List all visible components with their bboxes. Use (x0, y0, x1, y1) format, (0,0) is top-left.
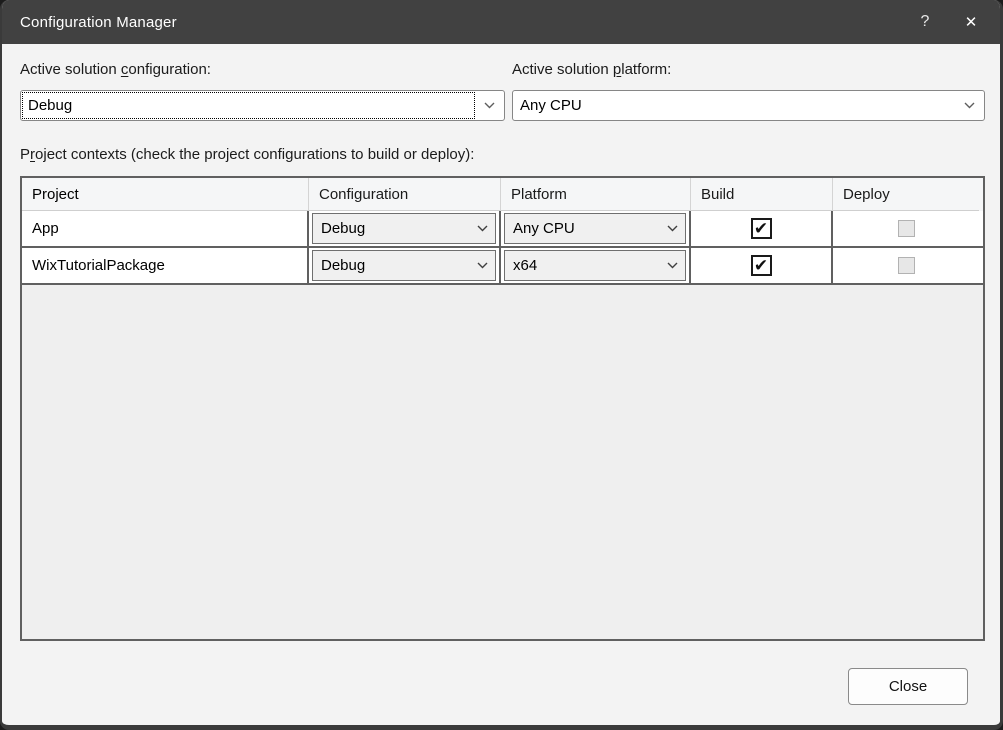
column-header-project[interactable]: Project (22, 178, 309, 211)
configuration-manager-dialog: Configuration Manager ? ✕ Active solutio… (0, 0, 1003, 730)
active-solution-platform-label: Active solution platform: (512, 61, 985, 81)
configuration-cell: Debug (309, 211, 501, 246)
active-solution-configuration-label: Active solution configuration: (20, 61, 505, 81)
project-contexts-grid: Project Configuration Platform Build Dep… (20, 176, 985, 641)
help-icon[interactable]: ? (902, 0, 948, 44)
platform-dropdown[interactable]: x64 (504, 250, 686, 281)
platform-cell: x64 (501, 248, 691, 283)
chevron-down-icon[interactable] (659, 262, 685, 269)
close-button[interactable]: Close (848, 668, 968, 705)
active-solution-configuration-dropdown[interactable]: Debug (20, 90, 505, 121)
build-checkbox[interactable]: ✔ (751, 255, 772, 276)
platform-dropdown[interactable]: Any CPU (504, 213, 686, 244)
dropdown-value[interactable]: Any CPU (515, 93, 954, 118)
dropdown-value: Debug (313, 257, 469, 274)
chevron-down-icon[interactable] (469, 225, 495, 232)
dialog-footer: Close (20, 641, 987, 705)
project-name-cell[interactable]: App (22, 211, 309, 246)
grid-header-row: Project Configuration Platform Build Dep… (22, 178, 983, 211)
column-header-platform[interactable]: Platform (501, 178, 691, 211)
window-title: Configuration Manager (2, 14, 902, 31)
deploy-cell (833, 248, 979, 283)
deploy-cell (833, 211, 979, 246)
chevron-down-icon[interactable] (954, 91, 984, 120)
platform-cell: Any CPU (501, 211, 691, 246)
dropdown-value: x64 (505, 257, 659, 274)
column-header-build[interactable]: Build (691, 178, 833, 211)
configuration-dropdown[interactable]: Debug (312, 213, 496, 244)
build-cell: ✔ (691, 248, 833, 283)
column-header-deploy[interactable]: Deploy (833, 178, 979, 211)
dropdown-value: Any CPU (505, 220, 659, 237)
table-row: App Debug Any CPU ✔ (22, 211, 983, 248)
dropdown-value[interactable]: Debug (23, 93, 474, 118)
project-name-cell[interactable]: WixTutorialPackage (22, 248, 309, 283)
build-checkbox[interactable]: ✔ (751, 218, 772, 239)
deploy-checkbox (898, 220, 915, 237)
close-icon[interactable]: ✕ (948, 0, 994, 44)
titlebar: Configuration Manager ? ✕ (2, 0, 1000, 44)
dialog-body: Active solution configuration: Active so… (2, 44, 1000, 705)
deploy-checkbox (898, 257, 915, 274)
column-header-configuration[interactable]: Configuration (309, 178, 501, 211)
project-contexts-label: Project contexts (check the project conf… (20, 146, 987, 166)
dropdown-value: Debug (313, 220, 469, 237)
chevron-down-icon[interactable] (474, 91, 504, 120)
grid-empty-area (22, 285, 983, 639)
build-cell: ✔ (691, 211, 833, 246)
table-row: WixTutorialPackage Debug x64 ✔ (22, 248, 983, 285)
configuration-dropdown[interactable]: Debug (312, 250, 496, 281)
active-solution-platform-dropdown[interactable]: Any CPU (512, 90, 985, 121)
chevron-down-icon[interactable] (469, 262, 495, 269)
chevron-down-icon[interactable] (659, 225, 685, 232)
configuration-cell: Debug (309, 248, 501, 283)
